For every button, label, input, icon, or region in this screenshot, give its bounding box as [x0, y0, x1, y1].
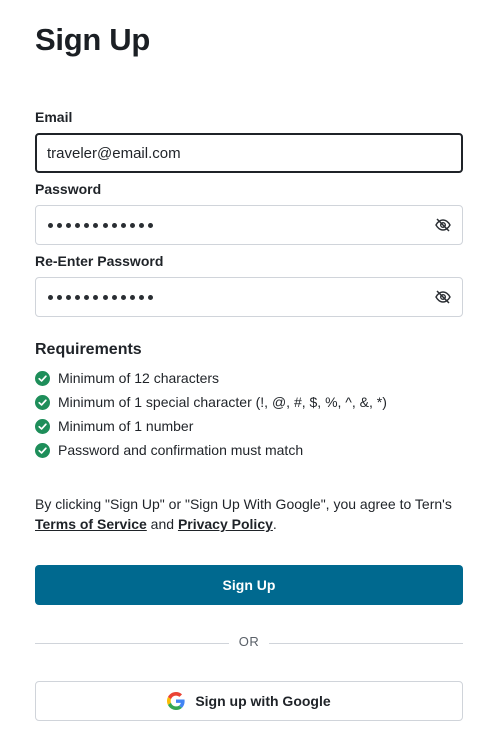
check-circle-icon [35, 394, 50, 410]
eye-off-icon[interactable] [435, 218, 451, 232]
mask-dot [84, 222, 90, 228]
page-title: Sign Up [35, 22, 150, 57]
mask-dot [148, 294, 154, 300]
check-circle-icon [35, 418, 50, 434]
requirement-item: Password and confirmation must match [35, 438, 387, 462]
requirement-item: Minimum of 12 characters [35, 366, 387, 390]
google-sign-up-button[interactable]: Sign up with Google [35, 681, 463, 721]
mask-dot [48, 294, 53, 300]
consent-prefix: By clicking "Sign Up" or "Sign Up With G… [35, 496, 452, 512]
requirement-text: Minimum of 1 number [58, 418, 194, 434]
or-divider: OR [35, 634, 463, 652]
email-label: Email [35, 109, 73, 125]
mask-dot [66, 222, 72, 228]
email-input[interactable] [47, 135, 427, 171]
mask-dot [129, 294, 135, 300]
sign-up-page: Sign Up Email Password Re-Enter Password… [0, 0, 499, 753]
mask-dot [102, 222, 108, 228]
email-field[interactable] [35, 133, 463, 173]
check-circle-icon [35, 442, 50, 458]
mask-dot [66, 294, 72, 300]
password-label: Password [35, 181, 102, 197]
check-circle-icon [35, 370, 50, 386]
mask-dot [102, 294, 108, 300]
privacy-policy-link[interactable]: Privacy Policy [178, 516, 273, 532]
mask-dot [93, 222, 99, 228]
mask-dot [75, 222, 81, 228]
mask-dot [93, 294, 99, 300]
sign-up-button[interactable]: Sign Up [35, 565, 463, 605]
mask-dot [57, 294, 63, 300]
mask-dot [138, 222, 144, 228]
google-button-label: Sign up with Google [195, 693, 331, 709]
password-masked-value [48, 206, 154, 244]
requirement-item: Minimum of 1 number [35, 414, 387, 438]
requirement-text: Password and confirmation must match [58, 442, 304, 458]
mask-dot [120, 222, 126, 228]
mask-dot [111, 222, 117, 228]
terms-of-service-link[interactable]: Terms of Service [35, 516, 147, 532]
mask-dot [120, 294, 126, 300]
mask-dot [48, 222, 53, 228]
divider-line [269, 643, 463, 644]
mask-dot [75, 294, 81, 300]
mask-dot [57, 222, 63, 228]
mask-dot [111, 294, 117, 300]
password-field[interactable] [35, 205, 463, 245]
confirm-password-field[interactable] [35, 277, 463, 317]
terms-consent-text: By clicking "Sign Up" or "Sign Up With G… [35, 494, 465, 534]
mask-dot [148, 222, 154, 228]
mask-dot [129, 222, 135, 228]
mask-dot [84, 294, 90, 300]
divider-label: OR [238, 634, 260, 649]
confirm-password-label: Re-Enter Password [35, 253, 164, 269]
google-logo-icon [167, 692, 185, 710]
confirm-password-masked-value [48, 278, 154, 316]
requirement-item: Minimum of 1 special character (!, @, #,… [35, 390, 387, 414]
consent-suffix: . [272, 516, 277, 532]
requirement-text: Minimum of 12 characters [58, 370, 220, 386]
eye-off-icon[interactable] [435, 290, 451, 304]
mask-dot [138, 294, 144, 300]
requirements-list: Minimum of 12 characters Minimum of 1 sp… [35, 366, 387, 462]
requirement-text: Minimum of 1 special character (!, @, #,… [58, 394, 387, 410]
requirements-title: Requirements [35, 341, 142, 358]
consent-joiner: and [146, 516, 178, 532]
